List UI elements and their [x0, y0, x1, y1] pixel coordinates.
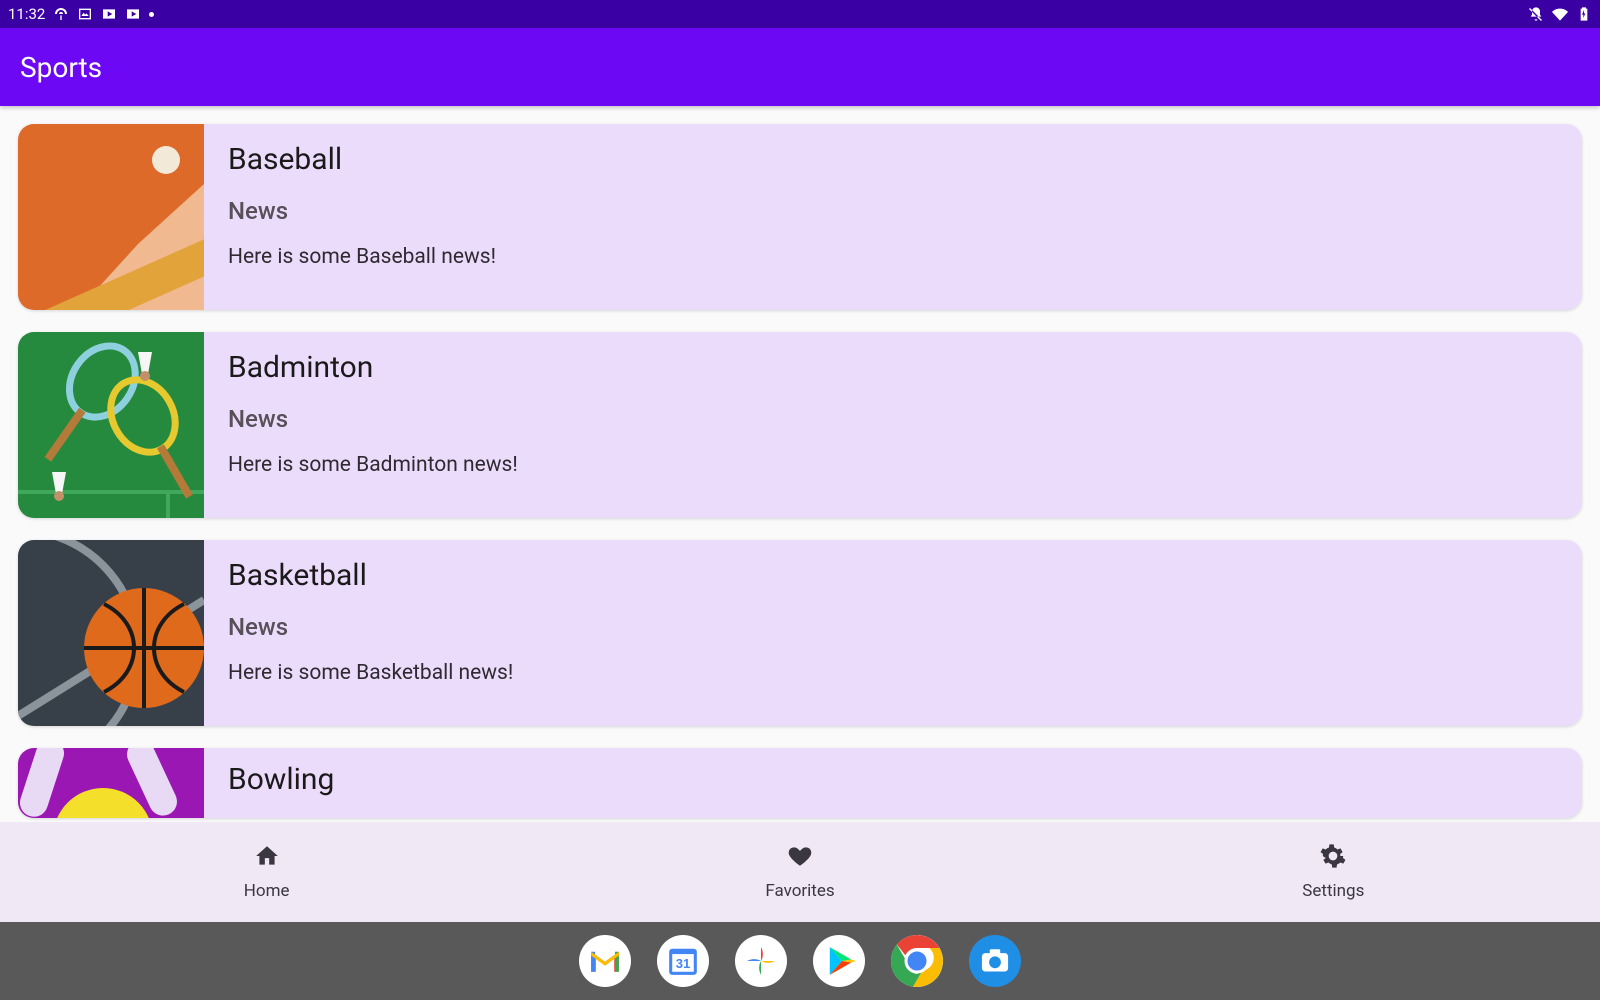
baseball-thumb	[18, 124, 204, 310]
photos-icon	[741, 941, 781, 981]
hotspot-icon	[53, 6, 69, 22]
list-item[interactable]: Basketball News Here is some Basketball …	[18, 540, 1582, 726]
dock-play-store[interactable]	[813, 935, 865, 987]
nav-home[interactable]: Home	[0, 822, 533, 922]
status-right-cluster	[1528, 6, 1592, 22]
card-desc: Here is some Badminton news!	[228, 453, 518, 477]
list-item[interactable]: Baseball News Here is some Baseball news…	[18, 124, 1582, 310]
sports-list[interactable]: Baseball News Here is some Baseball news…	[0, 106, 1600, 822]
dock-photos[interactable]	[735, 935, 787, 987]
home-icon	[254, 843, 280, 869]
list-item[interactable]: Bowling	[18, 748, 1582, 818]
heart-icon	[787, 843, 813, 869]
nav-settings[interactable]: Settings	[1067, 822, 1600, 922]
nav-favorites[interactable]: Favorites	[533, 822, 1066, 922]
bottom-nav: Home Favorites Settings	[0, 822, 1600, 922]
card-body: Bowling	[204, 748, 358, 818]
system-status-bar: 11:32	[0, 0, 1600, 28]
badminton-thumb	[18, 332, 204, 518]
calendar-icon: 31	[663, 941, 703, 981]
dnd-off-icon	[1528, 6, 1544, 22]
nav-label: Settings	[1302, 881, 1364, 901]
card-title: Basketball	[228, 558, 513, 593]
card-body: Badminton News Here is some Badminton ne…	[204, 332, 542, 518]
card-title: Bowling	[228, 762, 334, 797]
card-body: Basketball News Here is some Basketball …	[204, 540, 537, 726]
status-left-cluster: 11:32	[8, 0, 154, 28]
youtube-icon	[101, 6, 117, 22]
gmail-icon	[585, 941, 625, 981]
dock-camera[interactable]	[969, 935, 1021, 987]
play-store-icon	[819, 941, 859, 981]
list-item[interactable]: Badminton News Here is some Badminton ne…	[18, 332, 1582, 518]
card-desc: Here is some Basketball news!	[228, 661, 513, 685]
basketball-thumb	[18, 540, 204, 726]
dock-gmail[interactable]	[579, 935, 631, 987]
system-dock: 31	[0, 922, 1600, 1000]
card-body: Baseball News Here is some Baseball news…	[204, 124, 520, 310]
battery-charging-icon	[1576, 6, 1592, 22]
dock-calendar[interactable]: 31	[657, 935, 709, 987]
bowling-thumb	[18, 748, 204, 818]
card-title: Baseball	[228, 142, 496, 177]
card-section: News	[228, 405, 518, 433]
youtube-icon	[125, 6, 141, 22]
app-title: Sports	[20, 51, 102, 84]
chrome-icon	[891, 935, 943, 987]
card-title: Badminton	[228, 350, 518, 385]
card-desc: Here is some Baseball news!	[228, 245, 496, 269]
nav-label: Favorites	[765, 881, 834, 901]
dock-chrome[interactable]	[891, 935, 943, 987]
app-bar: Sports	[0, 28, 1600, 106]
picture-icon	[77, 6, 93, 22]
more-notifications-dot	[149, 12, 154, 17]
status-clock: 11:32	[8, 0, 45, 28]
svg-text:31: 31	[676, 956, 691, 971]
card-section: News	[228, 197, 496, 225]
camera-icon	[978, 944, 1012, 978]
card-section: News	[228, 613, 513, 641]
wifi-icon	[1552, 6, 1568, 22]
gear-icon	[1320, 843, 1346, 869]
nav-label: Home	[244, 881, 290, 901]
